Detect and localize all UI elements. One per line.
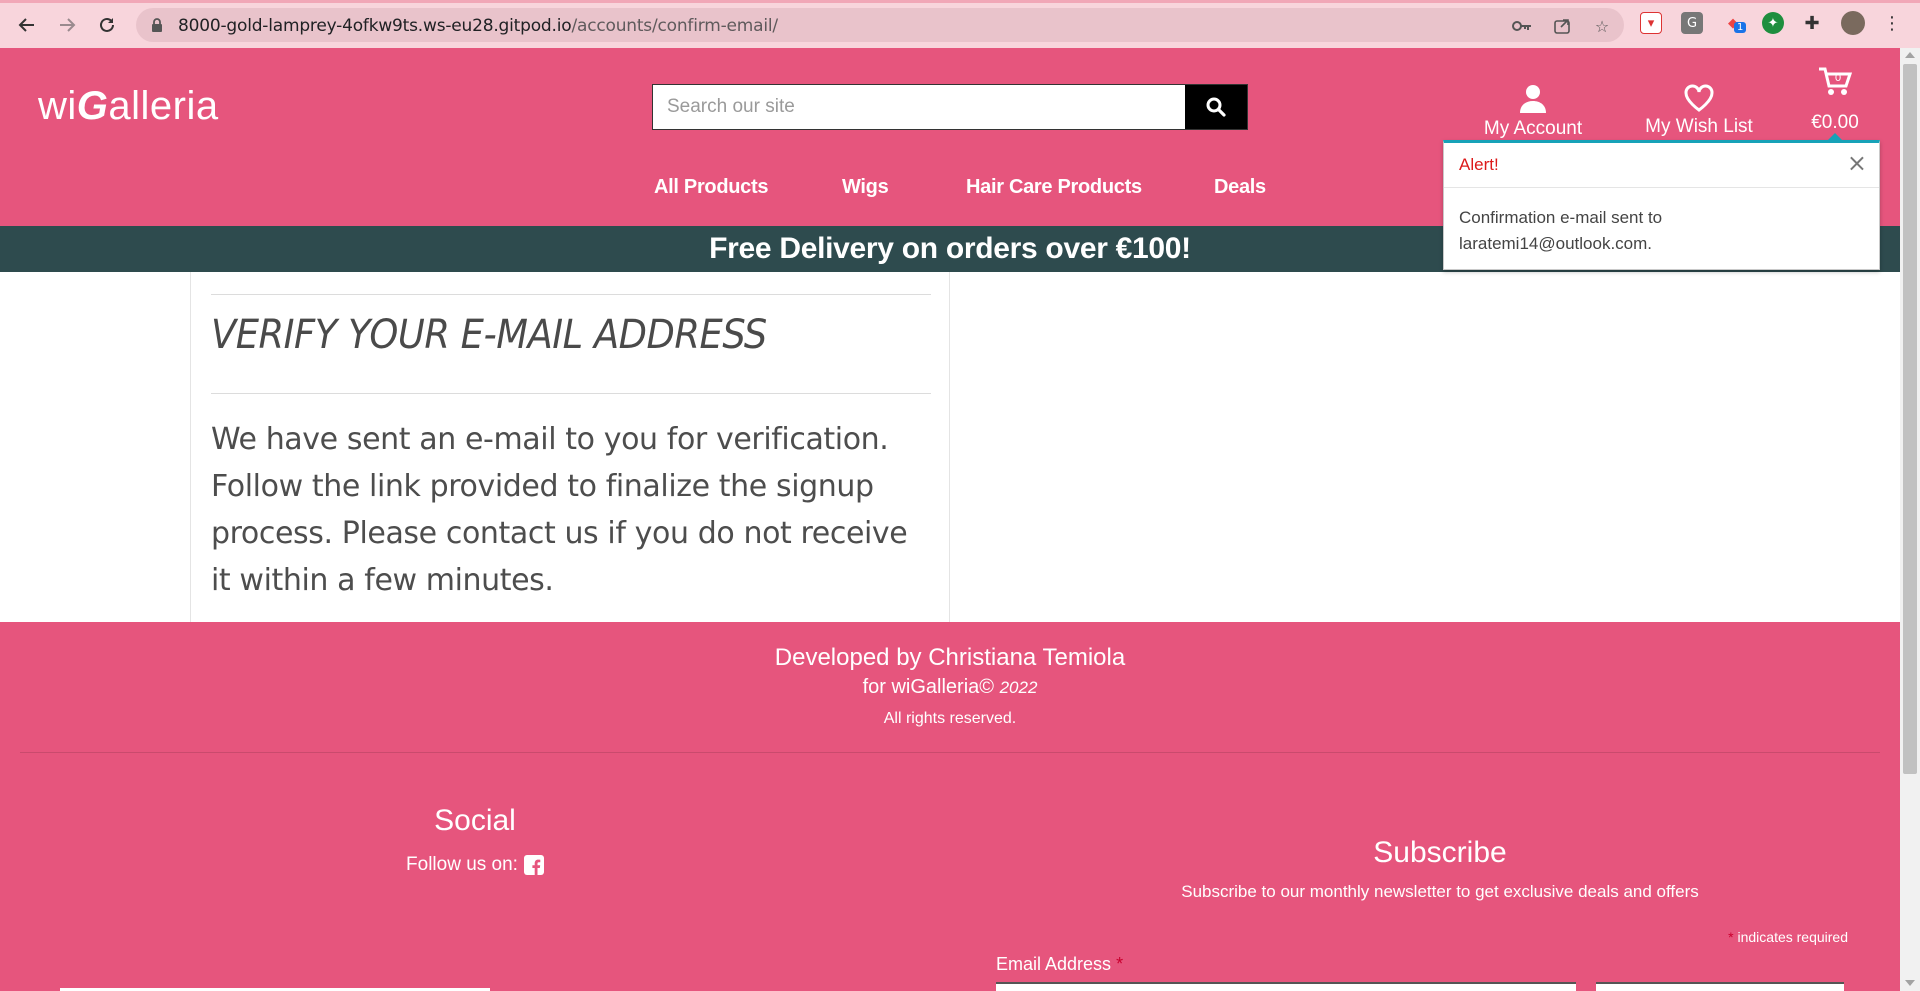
page-scrollbar[interactable]: [1900, 48, 1920, 991]
follow-us: Follow us on:: [0, 854, 950, 876]
alert-message: Confirmation e-mail sent to laratemi14@o…: [1459, 208, 1663, 253]
kebab-menu-icon[interactable]: ⋮: [1881, 12, 1903, 34]
close-icon[interactable]: ×: [1847, 149, 1867, 177]
search-button[interactable]: [1185, 85, 1247, 129]
share-icon[interactable]: [1552, 16, 1572, 36]
user-icon: [1520, 85, 1546, 113]
cart-link[interactable]: 0 €0.00: [1800, 66, 1870, 134]
my-wishlist-label: My Wish List: [1645, 116, 1753, 137]
alert-divider: [1444, 187, 1879, 188]
required-note: * indicates required: [1728, 929, 1848, 945]
divider-bottom: [211, 393, 931, 394]
tab-strip-edge: [0, 0, 1920, 3]
newsletter-field-peek[interactable]: [1596, 982, 1844, 991]
search-icon: [1206, 97, 1226, 117]
site-footer: Developed by Christiana Temiola for wiGa…: [0, 622, 1900, 991]
subscribe-heading: Subscribe: [1373, 836, 1507, 869]
toast-arrow: [1827, 133, 1843, 141]
extension-badge: 1: [1734, 22, 1747, 33]
extensions-puzzle-icon[interactable]: ✚: [1801, 12, 1823, 34]
bookmark-star-icon[interactable]: ☆: [1592, 16, 1612, 36]
profile-avatar[interactable]: [1841, 11, 1865, 35]
extension-shield-icon[interactable]: ▾: [1640, 12, 1662, 34]
search-form: [652, 84, 1248, 130]
key-icon[interactable]: [1512, 16, 1532, 36]
nav-deals[interactable]: Deals: [1214, 176, 1266, 199]
developer-credit: Developed by Christiana Temiola: [774, 644, 1126, 671]
brand-credit: for wiGalleria© 2022: [862, 676, 1038, 698]
my-account-link[interactable]: My Account: [1478, 84, 1588, 140]
alert-toast: Alert! × Confirmation e-mail sent to lar…: [1443, 133, 1880, 270]
lock-icon: [152, 18, 162, 32]
my-wishlist-link[interactable]: My Wish List: [1636, 84, 1762, 138]
verify-email-card: VERIFY YOUR E-MAIL ADDRESS We have sent …: [190, 272, 950, 622]
verification-message: We have sent an e-mail to you for verifi…: [211, 422, 908, 598]
back-arrow-icon[interactable]: [12, 10, 42, 40]
my-account-label: My Account: [1483, 118, 1583, 139]
scrollbar-thumb[interactable]: [1903, 64, 1917, 774]
email-label: Email Address *: [996, 954, 1124, 974]
social-heading: Social: [434, 804, 516, 837]
facebook-icon[interactable]: [523, 855, 544, 875]
heart-icon: [1684, 84, 1714, 112]
extension-g-icon[interactable]: G: [1681, 12, 1703, 34]
site-logo[interactable]: wiGalleria: [38, 84, 219, 129]
copyright-year: 2022: [999, 678, 1038, 697]
alert-title: Alert!: [1459, 155, 1499, 174]
nav-hair-care-products[interactable]: Hair Care Products: [966, 176, 1142, 199]
main-content: VERIFY YOUR E-MAIL ADDRESS We have sent …: [0, 272, 1900, 622]
address-bar[interactable]: 8000-gold-lamprey-4ofkw9ts.ws-eu28.gitpo…: [136, 8, 1624, 42]
newsletter-email-input[interactable]: [996, 982, 1576, 991]
nav-all-products[interactable]: All Products: [654, 176, 769, 199]
extension-puzzle-red-icon[interactable]: ◆ 1: [1722, 12, 1747, 34]
cart-total: €0.00: [1811, 112, 1859, 133]
extension-leaf-icon[interactable]: ✦: [1762, 12, 1784, 34]
follow-us-label: Follow us on:: [406, 854, 518, 875]
url-text: 8000-gold-lamprey-4ofkw9ts.ws-eu28.gitpo…: [178, 16, 778, 36]
browser-toolbar: 8000-gold-lamprey-4ofkw9ts.ws-eu28.gitpo…: [0, 0, 1920, 48]
rights-reserved: All rights reserved.: [883, 710, 1017, 727]
divider-top: [211, 294, 931, 295]
nav-wigs[interactable]: Wigs: [842, 176, 889, 199]
search-input[interactable]: [653, 85, 1185, 129]
scroll-up-arrow-icon[interactable]: [1905, 52, 1915, 58]
reload-icon[interactable]: [92, 10, 122, 40]
subscribe-description: Subscribe to our monthly newsletter to g…: [1181, 882, 1699, 901]
footer-divider: [20, 752, 1880, 753]
scroll-down-arrow-icon[interactable]: [1905, 980, 1915, 986]
cart-count: 0: [1835, 72, 1842, 84]
page-title: VERIFY YOUR E-MAIL ADDRESS: [211, 312, 767, 358]
forward-arrow-icon[interactable]: [52, 10, 82, 40]
